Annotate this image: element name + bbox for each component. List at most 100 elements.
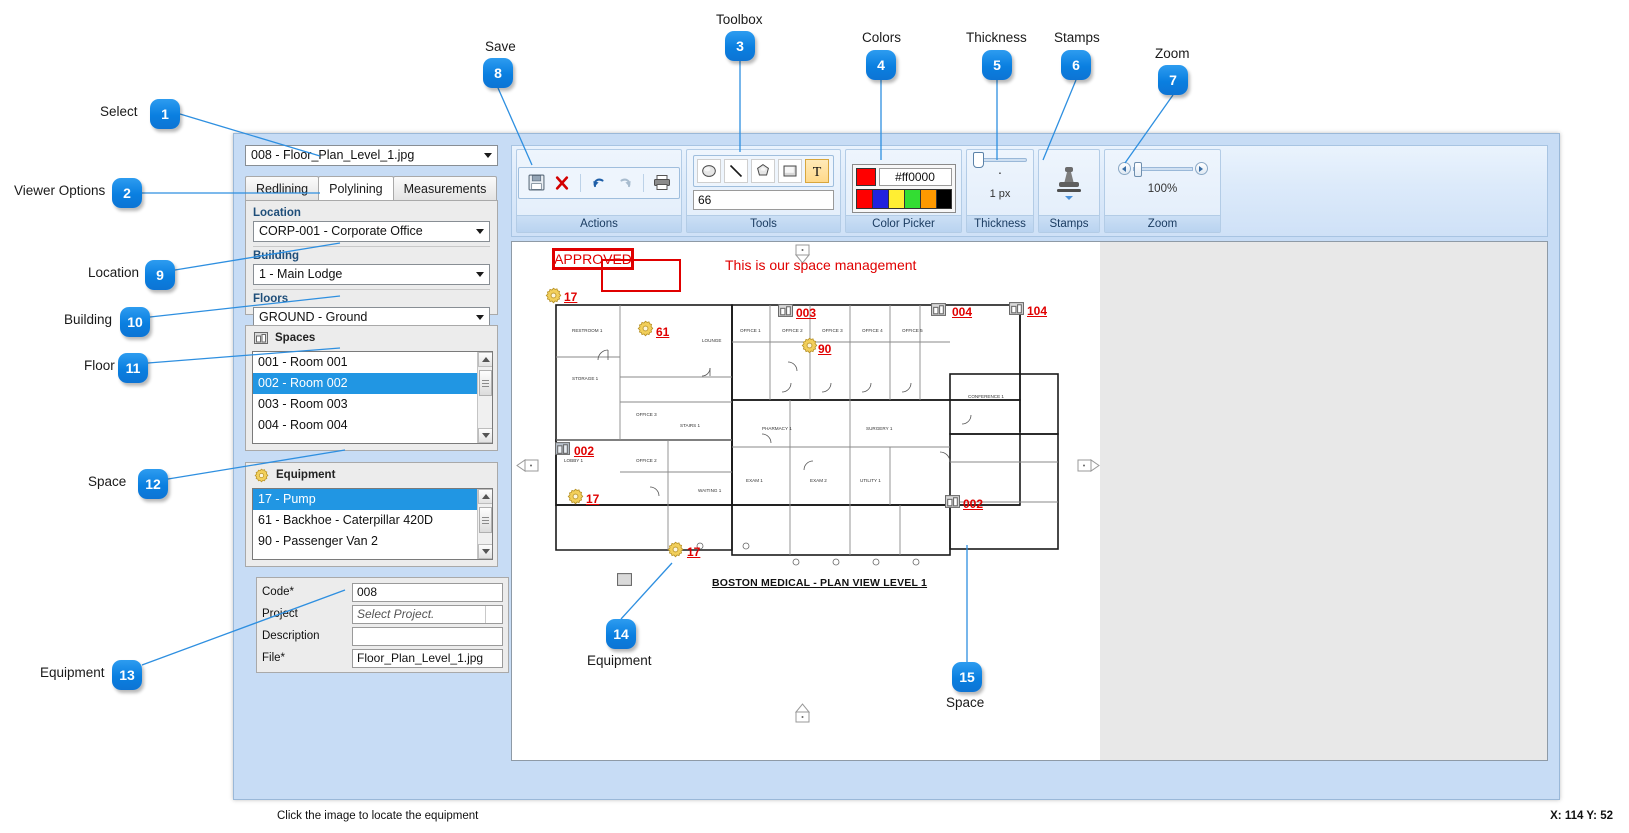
annotation-rectangle[interactable] [601, 259, 681, 292]
file-field[interactable]: Floor_Plan_Level_1.jpg [352, 648, 503, 668]
current-color-swatch[interactable] [855, 168, 876, 186]
line-tool-button[interactable] [724, 159, 748, 183]
callout-badge-10[interactable]: 10 [120, 307, 150, 337]
equipment-marker-label[interactable]: 17 [687, 545, 700, 559]
list-item[interactable]: 001 - Room 001 [253, 352, 492, 373]
space-icon[interactable] [1009, 302, 1024, 315]
scroll-thumb[interactable] [479, 370, 492, 396]
space-marker-label[interactable]: 003 [796, 306, 816, 320]
space-marker-label[interactable]: 104 [1027, 304, 1047, 318]
space-icon[interactable] [931, 303, 946, 316]
callout-badge-4[interactable]: 4 [866, 50, 896, 80]
callout-badge-7[interactable]: 7 [1158, 65, 1188, 95]
delete-button[interactable] [551, 172, 573, 194]
space-marker-label[interactable]: 002 [574, 444, 594, 458]
location-dropdown[interactable]: CORP-001 - Corporate Office [253, 221, 490, 242]
text-tool-button[interactable]: T [805, 159, 829, 183]
ellipse-tool-button[interactable] [697, 159, 721, 183]
code-field[interactable]: 008 [352, 582, 503, 602]
space-icon[interactable] [555, 442, 570, 455]
color-picker[interactable]: #ff0000 [851, 164, 956, 213]
color-hex-input[interactable]: #ff0000 [878, 168, 952, 186]
tab-polylining[interactable]: Polylining [318, 176, 394, 200]
save-button[interactable] [525, 172, 547, 194]
redo-button[interactable] [614, 172, 636, 194]
project-dropdown[interactable]: Select Project. [352, 604, 503, 624]
scroll-down-button[interactable] [478, 428, 492, 443]
space-icon[interactable] [617, 573, 632, 586]
callout-badge-5[interactable]: 5 [982, 50, 1012, 80]
callout-badge-6[interactable]: 6 [1061, 50, 1091, 80]
callout-badge-11[interactable]: 11 [118, 353, 148, 383]
description-field[interactable] [352, 626, 503, 646]
viewer-options-tabs[interactable]: Redlining Polylining Measurements [245, 176, 498, 200]
rectangle-tool-button[interactable] [778, 159, 802, 183]
palette-swatch-green[interactable] [903, 189, 920, 209]
print-button[interactable] [651, 172, 673, 194]
image-select-dropdown[interactable]: 008 - Floor_Plan_Level_1.jpg [245, 145, 498, 166]
chevron-down-icon[interactable] [471, 222, 489, 241]
scroll-up-button[interactable] [478, 352, 492, 367]
zoom-in-button[interactable] [1194, 162, 1208, 175]
scroll-up-button[interactable] [478, 489, 492, 504]
equipment-scrollbar[interactable] [477, 489, 492, 559]
callout-badge-1[interactable]: 1 [150, 99, 180, 129]
zoom-slider[interactable] [1117, 161, 1208, 177]
equipment-listbox[interactable]: 17 - Pump 61 - Backhoe - Caterpillar 420… [252, 488, 493, 560]
callout-badge-8[interactable]: 8 [483, 58, 513, 88]
chevron-down-icon[interactable] [479, 146, 497, 165]
tab-redlining[interactable]: Redlining [245, 176, 320, 200]
undo-button[interactable] [588, 172, 610, 194]
drawing-canvas[interactable]: RESTROOM 1 STORAGE 1 LOBBY 1 OFFICE 3 OF… [511, 241, 1548, 761]
gear-icon[interactable] [667, 541, 684, 558]
chevron-down-icon[interactable] [471, 265, 489, 284]
space-icon[interactable] [945, 495, 960, 508]
chevron-down-icon[interactable] [485, 605, 502, 623]
list-item[interactable]: 004 - Room 004 [253, 415, 492, 436]
palette-swatch-yellow[interactable] [887, 189, 904, 209]
gear-icon[interactable] [567, 488, 584, 505]
gear-icon[interactable] [801, 337, 818, 354]
list-item[interactable]: 003 - Room 003 [253, 394, 492, 415]
thickness-slider-handle[interactable] [973, 152, 984, 168]
palette-swatch-blue[interactable] [871, 189, 888, 209]
spaces-scrollbar[interactable] [477, 352, 492, 443]
callout-badge-12[interactable]: 12 [138, 469, 168, 499]
callout-badge-9[interactable]: 9 [145, 260, 175, 290]
callout-badge-15[interactable]: 15 [952, 662, 982, 692]
palette-swatch-orange[interactable] [919, 189, 936, 209]
equipment-marker-label[interactable]: 90 [818, 342, 831, 356]
list-item[interactable]: 90 - Passenger Van 2 [253, 531, 492, 552]
pan-left-handle[interactable] [516, 457, 540, 475]
spaces-listbox[interactable]: 001 - Room 001 002 - Room 002 003 - Room… [252, 351, 493, 444]
space-marker-label[interactable]: 002 [963, 497, 983, 511]
list-item[interactable]: 17 - Pump [253, 489, 492, 510]
tab-measurements[interactable]: Measurements [392, 176, 498, 200]
zoom-out-button[interactable] [1117, 162, 1131, 175]
scroll-down-button[interactable] [478, 544, 492, 559]
thickness-slider[interactable] [973, 152, 1027, 168]
palette-swatch-red[interactable] [855, 189, 872, 209]
equipment-marker-label[interactable]: 17 [586, 492, 599, 506]
color-palette[interactable] [855, 189, 952, 209]
equipment-marker-label[interactable]: 61 [656, 325, 669, 339]
polygon-tool-button[interactable] [751, 159, 775, 183]
scroll-thumb[interactable] [479, 507, 492, 533]
zoom-slider-handle[interactable] [1133, 161, 1142, 177]
space-marker-label[interactable]: 004 [952, 305, 972, 319]
stamp-icon[interactable] [1052, 163, 1086, 203]
annotation-note[interactable]: This is our space management [725, 257, 916, 273]
pan-down-handle[interactable] [793, 702, 813, 724]
callout-badge-14[interactable]: 14 [606, 619, 636, 649]
callout-badge-3[interactable]: 3 [725, 31, 755, 61]
callout-badge-2[interactable]: 2 [112, 178, 142, 208]
building-dropdown[interactable]: 1 - Main Lodge [253, 264, 490, 285]
gear-icon[interactable] [637, 320, 654, 337]
list-item[interactable]: 002 - Room 002 [253, 373, 492, 394]
palette-swatch-black[interactable] [935, 189, 952, 209]
gear-icon[interactable] [545, 287, 562, 304]
tool-size-input[interactable]: 66 [693, 190, 834, 210]
list-item[interactable]: 61 - Backhoe - Caterpillar 420D [253, 510, 492, 531]
callout-badge-13[interactable]: 13 [112, 660, 142, 690]
space-icon[interactable] [778, 304, 793, 317]
